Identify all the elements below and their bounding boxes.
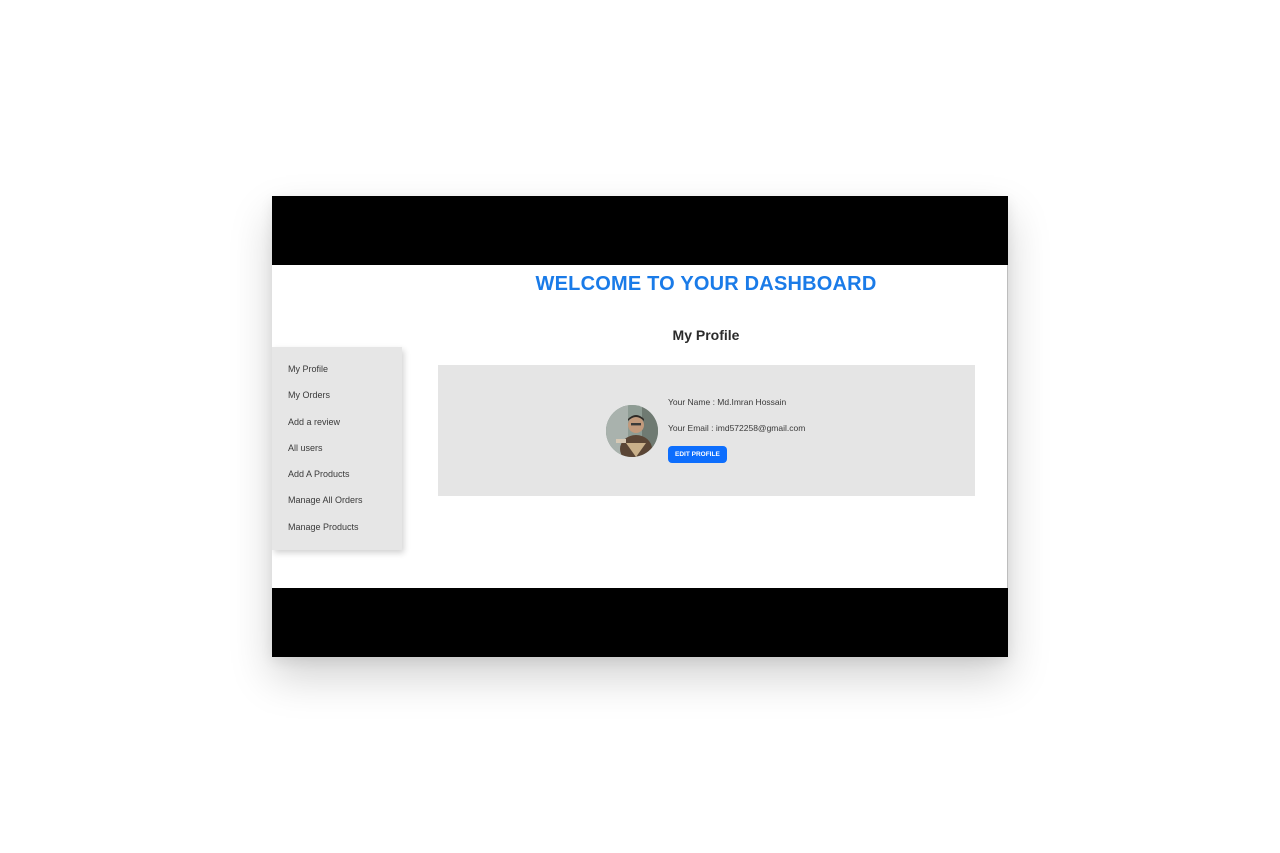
letterbox-bottom (272, 588, 1008, 657)
sidebar-item-my-orders[interactable]: My Orders (272, 387, 402, 413)
email-label: Your Email : (668, 423, 716, 433)
sidebar: My Profile My Orders Add a review All us… (272, 347, 402, 550)
sidebar-menu: My Profile My Orders Add a review All us… (272, 347, 402, 545)
sidebar-item-add-review[interactable]: Add a review (272, 414, 402, 440)
sidebar-item-manage-products[interactable]: Manage Products (272, 519, 402, 545)
dashboard-page: WELCOME TO YOUR DASHBOARD My Profile My … (272, 265, 1008, 588)
profile-card: Your Name : Md.Imran Hossain Your Email … (438, 365, 975, 496)
user-photo-icon (606, 405, 658, 457)
avatar (606, 405, 658, 457)
profile-email-row: Your Email : imd572258@gmail.com (668, 422, 805, 448)
letterbox-top (272, 196, 1008, 265)
page-title: WELCOME TO YOUR DASHBOARD (535, 273, 877, 295)
name-label: Your Name : (668, 397, 718, 407)
profile-name-row: Your Name : Md.Imran Hossain (668, 396, 805, 422)
sidebar-item-my-profile[interactable]: My Profile (272, 361, 402, 387)
edit-profile-button[interactable]: EDIT PROFILE (668, 446, 727, 463)
profile-info: Your Name : Md.Imran Hossain Your Email … (668, 396, 805, 463)
sidebar-item-add-products[interactable]: Add A Products (272, 466, 402, 492)
sidebar-item-manage-all-orders[interactable]: Manage All Orders (272, 492, 402, 518)
profile-section-title: My Profile (672, 327, 740, 343)
profile-email: imd572258@gmail.com (715, 423, 806, 433)
sidebar-item-all-users[interactable]: All users (272, 440, 402, 466)
profile-name: Md.Imran Hossain (717, 397, 787, 407)
screenshot-frame: WELCOME TO YOUR DASHBOARD My Profile My … (272, 196, 1008, 657)
